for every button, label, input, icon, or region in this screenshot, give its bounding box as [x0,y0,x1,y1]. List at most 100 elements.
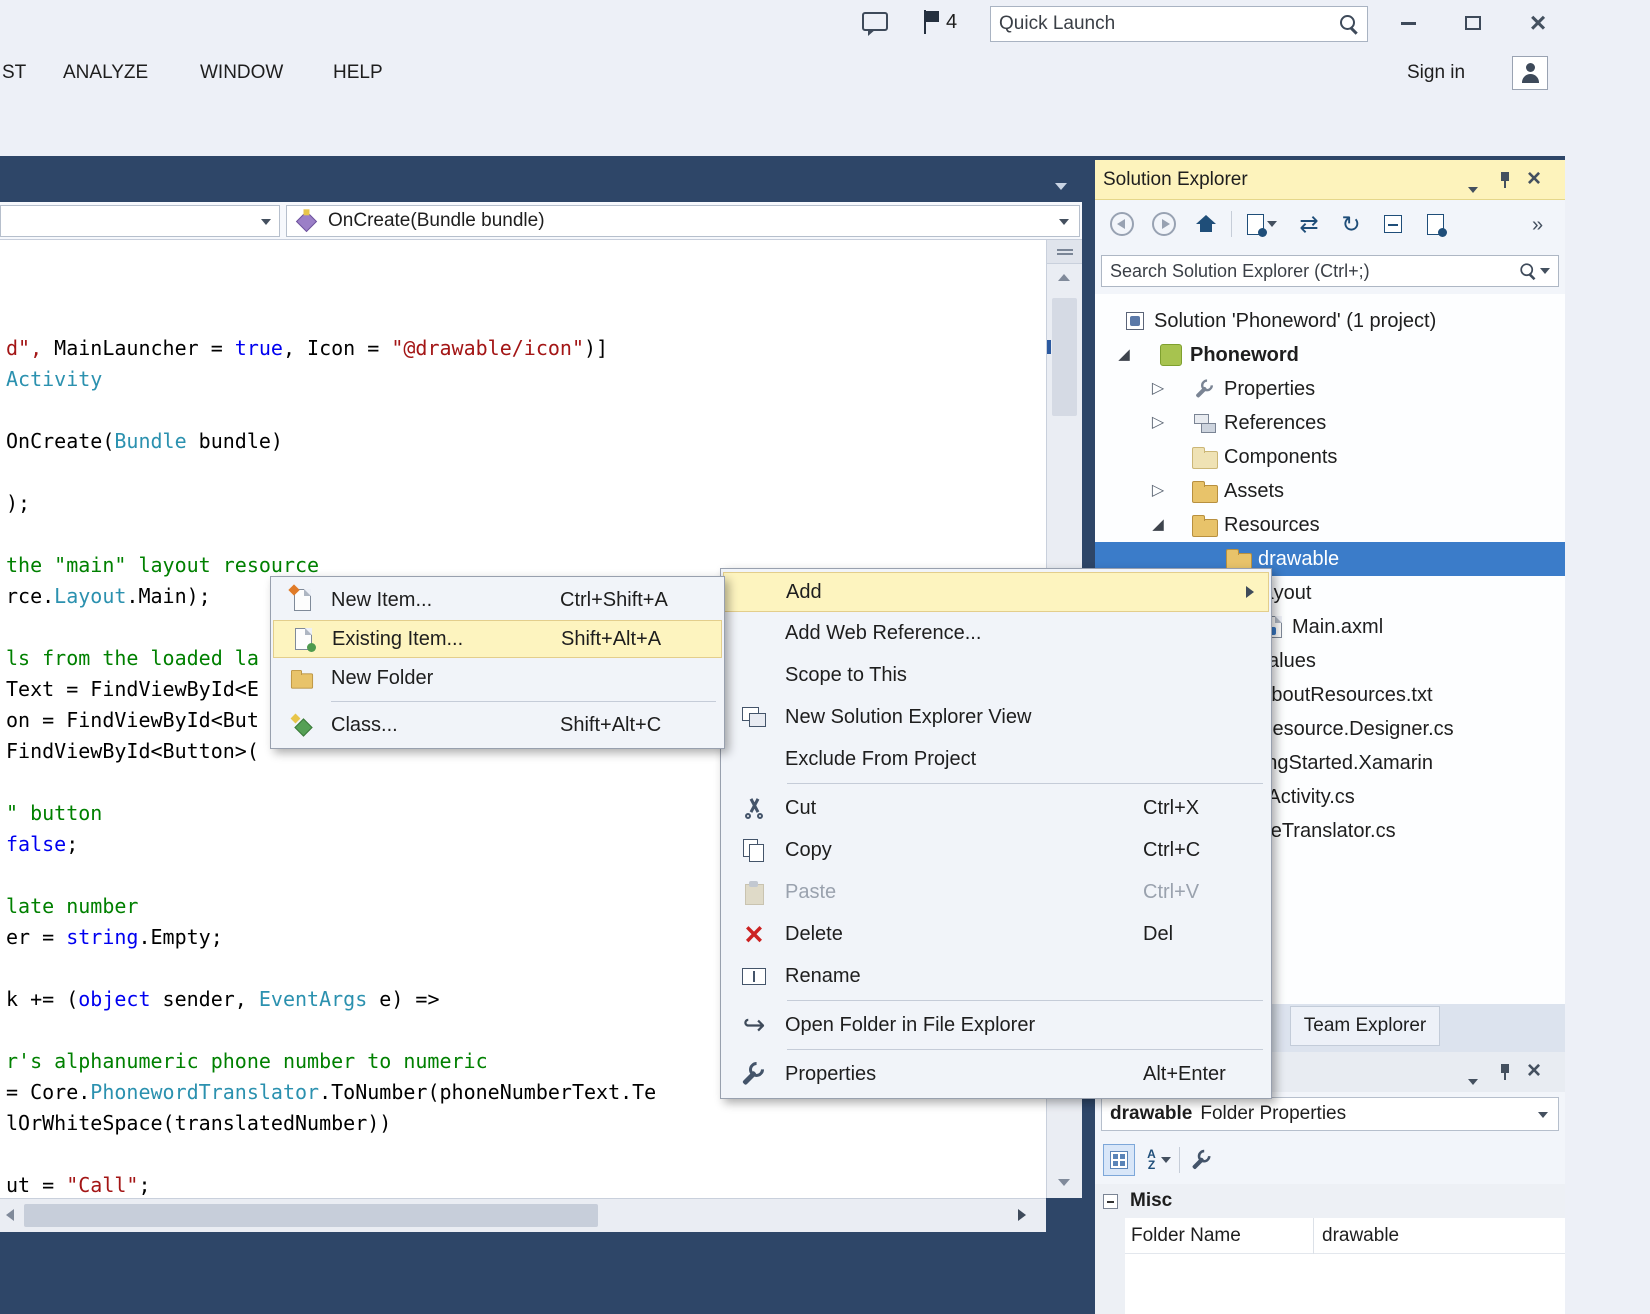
solution-explorer-header[interactable]: Solution Explorer × [1095,160,1565,200]
collapsed-expander-icon[interactable]: ▷ [1146,372,1170,406]
menu-item-add[interactable]: Add [723,572,1269,612]
collapse-category-icon[interactable] [1103,1194,1118,1209]
menu-item-paste[interactable]: Paste Ctrl+V [723,871,1269,913]
notifications-button[interactable]: 4 [922,10,957,34]
forward-button[interactable] [1147,207,1181,241]
solution-search-input[interactable] [1110,261,1518,282]
pin-button[interactable] [1498,1063,1512,1087]
menu-item-new-item[interactable]: New Item... Ctrl+Shift+A [273,580,722,620]
menu-item-new-folder[interactable]: New Folder [273,658,722,698]
expanded-expander-icon[interactable]: ◢ [1112,338,1136,372]
code-line[interactable]: lOrWhiteSpace(translatedNumber)) [6,1108,1046,1139]
account-button[interactable] [1512,56,1548,90]
code-line[interactable]: d", MainLauncher = true, Icon = "@drawab… [6,333,1046,364]
pin-icon [1498,171,1512,189]
collapsed-expander-icon[interactable]: ▷ [1146,406,1170,440]
toolbar-overflow-button[interactable]: » [1532,214,1543,237]
menu-item-add-web-reference[interactable]: Add Web Reference... [723,612,1269,654]
categorized-button[interactable] [1103,1144,1135,1176]
menu-item-properties[interactable]: Properties Alt+Enter [723,1053,1269,1095]
switch-views-button[interactable] [1240,207,1284,241]
tree-item-references[interactable]: ▷ References [1095,406,1565,440]
menubar-item-analyze[interactable]: ANALYZE [63,48,148,98]
split-editor-handle[interactable] [1047,240,1082,264]
menu-item-rename[interactable]: Rename [723,955,1269,997]
tree-item-solution[interactable]: Solution 'Phoneword' (1 project) [1095,304,1565,338]
menu-item-scope-to-this[interactable]: Scope to This [723,654,1269,696]
code-line[interactable]: OnCreate(Bundle bundle) [6,426,1046,457]
solution-search-box[interactable] [1101,255,1559,287]
sync-active-document-button[interactable]: ⇄ [1292,207,1326,241]
window-position-button[interactable] [1468,177,1478,199]
menu-item-exclude-from-project[interactable]: Exclude From Project [723,738,1269,780]
menu-item-delete[interactable]: × Delete Del [723,913,1269,955]
project-icon [1160,344,1182,366]
members-combo[interactable]: OnCreate(Bundle bundle) [286,205,1080,237]
home-button[interactable] [1189,207,1223,241]
tree-label: Properties [1224,378,1315,401]
code-line[interactable] [6,519,1046,550]
menu-label: Existing Item... [332,628,463,651]
property-value[interactable]: drawable [1314,1225,1399,1247]
maximize-button[interactable] [1453,6,1493,40]
menubar: ST ANALYZE WINDOW HELP Sign in [0,48,1650,98]
tree-item-assets[interactable]: ▷ Assets [1095,474,1565,508]
feedback-icon[interactable] [862,12,888,37]
menu-item-new-solution-explorer-view[interactable]: New Solution Explorer View [723,696,1269,738]
code-line[interactable] [6,1139,1046,1170]
scroll-right-arrow[interactable] [1018,1209,1026,1221]
menu-item-copy[interactable]: Copy Ctrl+C [723,829,1269,871]
tree-item-properties[interactable]: ▷ Properties [1095,372,1565,406]
scroll-up-arrow[interactable] [1058,274,1070,281]
category-label: Misc [1130,1190,1172,1212]
window-position-button[interactable] [1468,1069,1478,1091]
sign-in-link[interactable]: Sign in [1407,48,1465,98]
menu-item-cut[interactable]: Cut Ctrl+X [723,787,1269,829]
pin-button[interactable] [1498,171,1512,195]
tree-item-components[interactable]: Components [1095,440,1565,474]
alphabetical-button[interactable] [1141,1144,1173,1176]
code-line[interactable]: Activity [6,364,1046,395]
close-button[interactable]: × [1518,6,1558,40]
horizontal-scroll-thumb[interactable] [24,1204,598,1227]
types-combo[interactable] [0,205,280,237]
tree-item-resources[interactable]: ◢ Resources [1095,508,1565,542]
back-button[interactable] [1105,207,1139,241]
menubar-item-test[interactable]: ST [2,48,26,98]
close-panel-button[interactable]: × [1527,167,1541,192]
open-documents-dropdown[interactable] [1055,174,1067,196]
show-all-files-button[interactable] [1418,207,1452,241]
menu-item-open-folder-in-file-explorer[interactable]: ↪ Open Folder in File Explorer [723,1004,1269,1046]
property-pages-button[interactable] [1186,1144,1218,1176]
collapsed-expander-icon[interactable]: ▷ [1146,474,1170,508]
code-line[interactable]: ); [6,488,1046,519]
vertical-scroll-thumb[interactable] [1052,298,1077,416]
code-line[interactable] [6,271,1046,302]
menubar-item-window[interactable]: WINDOW [200,48,283,98]
quick-launch-input[interactable] [999,13,1339,35]
menu-item-class[interactable]: Class... Shift+Alt+C [273,705,722,745]
quick-launch-box[interactable] [990,6,1368,42]
code-line[interactable] [6,302,1046,333]
menu-item-existing-item[interactable]: Existing Item... Shift+Alt+A [273,620,722,658]
tree-label: Components [1224,446,1337,469]
tab-team-explorer[interactable]: Team Explorer [1290,1006,1440,1046]
scroll-left-arrow[interactable] [6,1209,14,1221]
collapse-all-button[interactable] [1376,207,1410,241]
minimize-button[interactable] [1388,6,1428,40]
code-line[interactable] [6,395,1046,426]
expanded-expander-icon[interactable]: ◢ [1146,508,1170,542]
code-line[interactable] [6,457,1046,488]
code-line[interactable]: ut = "Call"; [6,1170,1046,1198]
scroll-down-arrow[interactable] [1058,1179,1070,1186]
properties-category-row[interactable]: Misc [1095,1184,1565,1218]
close-panel-button[interactable]: × [1527,1059,1541,1084]
property-row[interactable]: Folder Name drawable [1125,1218,1565,1254]
menubar-item-help[interactable]: HELP [333,48,383,98]
code-line[interactable] [6,240,1046,271]
horizontal-scrollbar[interactable] [0,1198,1046,1232]
tree-item-phoneword[interactable]: ◢ Phoneword [1095,338,1565,372]
separator [1179,1147,1180,1173]
properties-object-combo[interactable]: drawable Folder Properties [1101,1097,1559,1131]
refresh-button[interactable]: ↻ [1334,207,1368,241]
